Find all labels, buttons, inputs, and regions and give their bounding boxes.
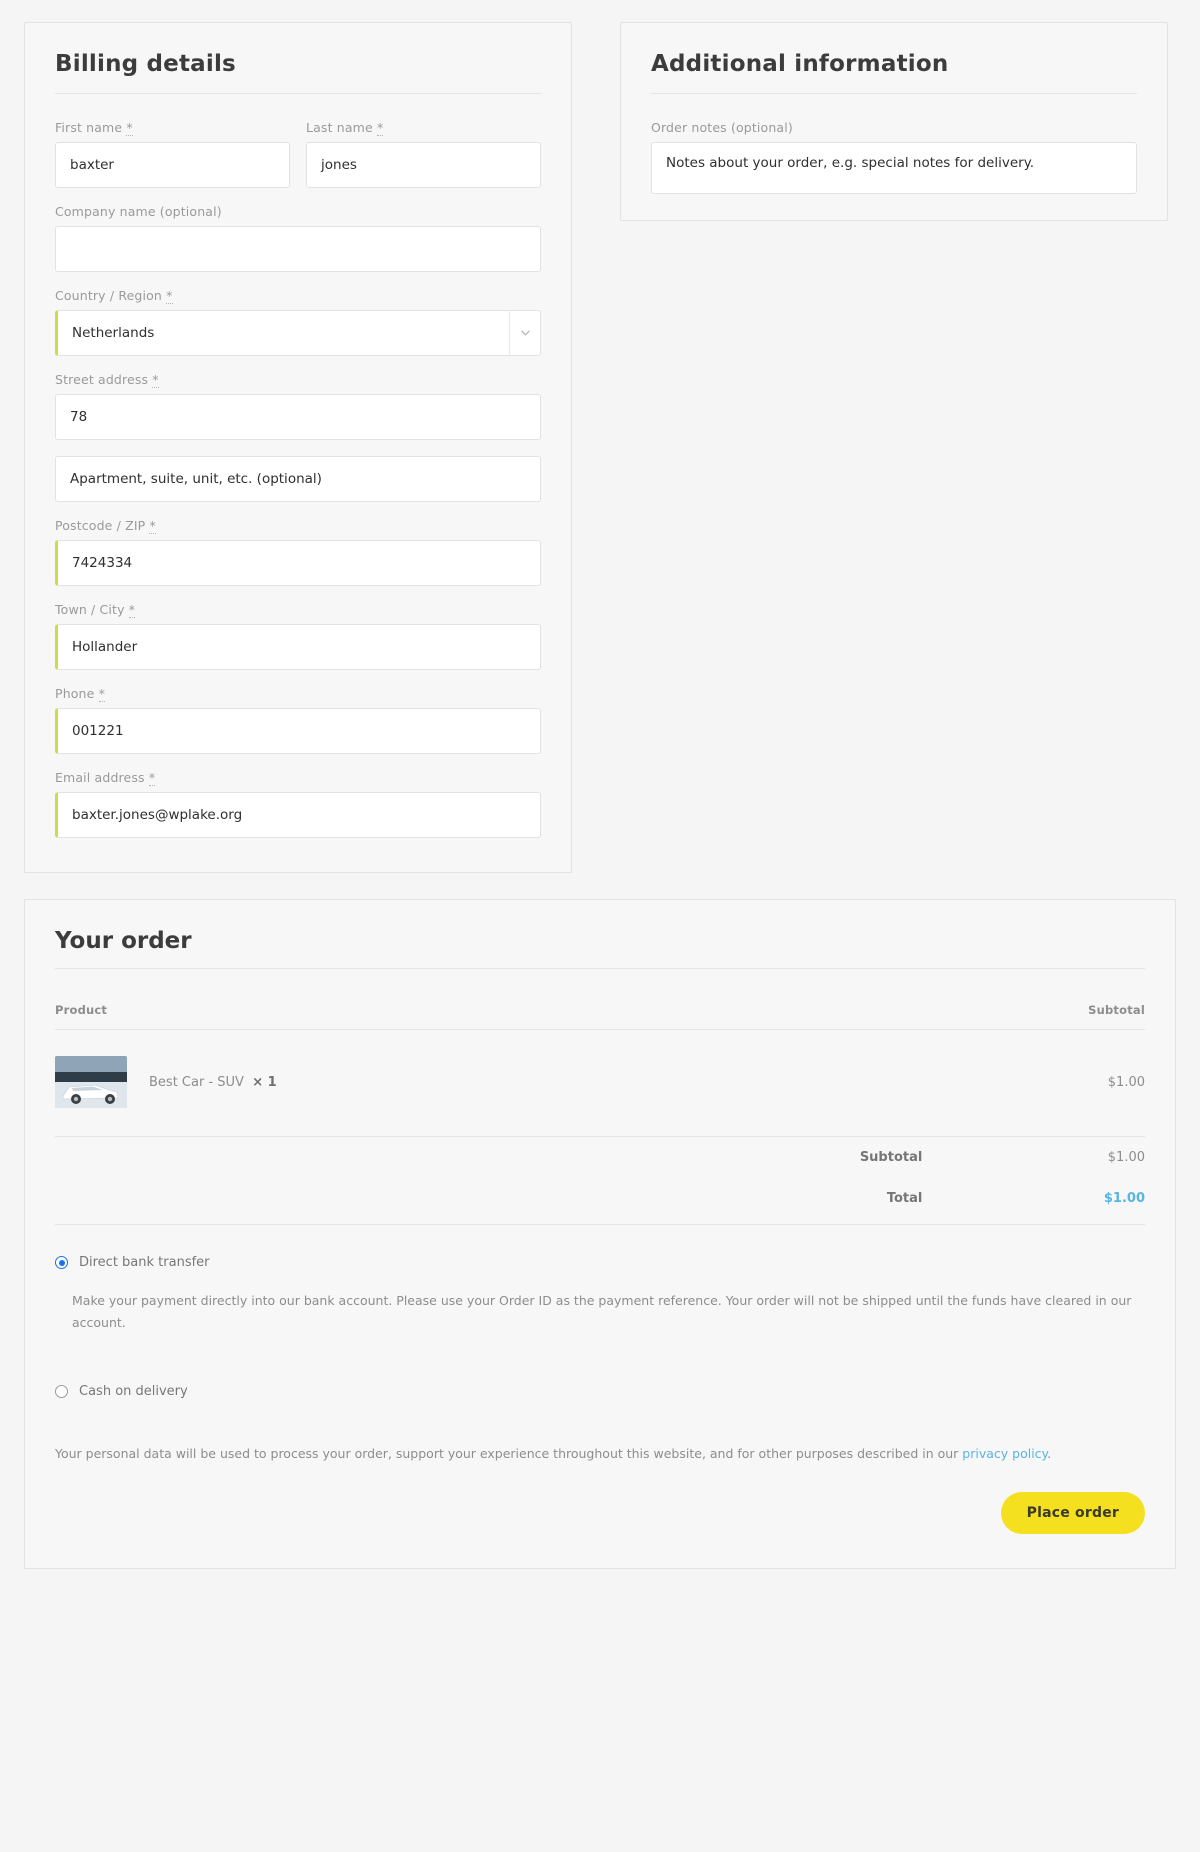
payment-label-cash-on-delivery: Cash on delivery [79, 1383, 188, 1399]
table-row: Best Car - SUV × 1 $1.00 [55, 1029, 1145, 1137]
column-header-subtotal: Subtotal [922, 995, 1145, 1030]
total-label: Total [886, 1191, 923, 1206]
additional-information-title: Additional information [651, 51, 949, 77]
postcode-field-group: Postcode / ZIP * 7424334 [55, 518, 541, 586]
company-label: Company name (optional) [55, 204, 222, 219]
order-notes-field-group: Order notes (optional) Notes about your … [651, 120, 1137, 198]
first-name-input[interactable]: baxter [55, 142, 290, 188]
your-order-title: Your order [55, 928, 192, 954]
totals-divider [55, 1224, 1145, 1225]
product-info: Best Car - SUV × 1 [55, 1056, 922, 1108]
last-name-field-group: Last name * jones [306, 120, 541, 188]
order-table-header-row: Product Subtotal [55, 995, 1145, 1030]
order-title-divider [55, 968, 1145, 969]
subtotal-row: Subtotal $1.00 [55, 1137, 1145, 1179]
place-order-button[interactable]: Place order [1000, 1492, 1145, 1534]
required-mark: * [126, 120, 133, 136]
last-name-input[interactable]: jones [306, 142, 541, 188]
privacy-text-before: Your personal data will be used to proce… [55, 1445, 963, 1461]
street-field-group: Street address * 78 [55, 372, 541, 440]
company-field-group: Company name (optional) [55, 204, 541, 272]
order-notes-textarea[interactable]: Notes about your order, e.g. special not… [651, 142, 1137, 194]
country-label: Country / Region * [55, 288, 173, 304]
product-price: $1.00 [922, 1029, 1145, 1137]
required-mark: * [98, 686, 106, 702]
additional-title-divider [651, 93, 1137, 94]
last-name-label: Last name * [306, 120, 384, 136]
product-quantity: × 1 [252, 1074, 277, 1090]
place-order-wrap: Place order [55, 1492, 1145, 1534]
subtotal-label: Subtotal [859, 1150, 923, 1165]
radio-cash-on-delivery[interactable] [55, 1384, 68, 1398]
phone-input[interactable]: 001221 [55, 708, 541, 754]
required-mark: * [152, 372, 159, 388]
apartment-field-group: Apartment, suite, unit, etc. (optional) [55, 456, 541, 502]
street-address-input[interactable]: 78 [55, 394, 541, 440]
city-label: Town / City * [55, 602, 136, 618]
country-select[interactable]: Netherlands [55, 310, 541, 356]
additional-information-panel: Additional information Order notes (opti… [620, 22, 1168, 221]
country-field-group: Country / Region * Netherlands [55, 288, 541, 356]
country-select-wrap: Netherlands [55, 310, 541, 356]
suv-car-thumbnail-icon [55, 1056, 127, 1108]
order-table-head: Product Subtotal [55, 995, 1145, 1030]
payment-label-direct-bank-transfer: Direct bank transfer [79, 1255, 210, 1270]
city-field-group: Town / City * Hollander [55, 602, 541, 670]
subtotal-value: $1.00 [1107, 1150, 1145, 1165]
required-mark: * [148, 770, 156, 786]
first-name-label: First name * [55, 120, 133, 136]
street-address-label: Street address * [55, 372, 159, 388]
email-label: Email address * [55, 770, 156, 786]
phone-field-group: Phone * 001221 [55, 686, 541, 754]
product-name: Best Car - SUV × 1 [149, 1074, 277, 1090]
billing-details-panel: Billing details First name * baxter Last… [24, 22, 572, 873]
apartment-input[interactable]: Apartment, suite, unit, etc. (optional) [55, 456, 541, 502]
privacy-text-after: . [1047, 1445, 1052, 1461]
billing-title-divider [55, 93, 541, 94]
order-table-body: Best Car - SUV × 1 $1.00 Subtotal $1.00 … [55, 1029, 1145, 1225]
required-mark: * [128, 602, 136, 618]
product-cell: Best Car - SUV × 1 [55, 1029, 923, 1137]
postcode-input[interactable]: 7424334 [55, 540, 541, 586]
order-summary-table: Product Subtotal Best Car - SUV × 1 $1.0… [55, 995, 1145, 1225]
city-input[interactable]: Hollander [55, 624, 541, 670]
column-header-product: Product [55, 995, 923, 1030]
payment-option-direct-bank-transfer[interactable]: Direct bank transfer [55, 1255, 1145, 1270]
company-input[interactable] [55, 226, 541, 272]
payment-methods: Direct bank transfer Make your payment d… [55, 1255, 1145, 1534]
phone-label: Phone * [55, 686, 106, 702]
first-name-field-group: First name * baxter [55, 120, 290, 188]
your-order-panel: Your order Product Subtotal Best Car - S… [24, 899, 1176, 1569]
bank-transfer-description: Make your payment directly into our bank… [72, 1293, 1132, 1330]
email-field-group: Email address * baxter.jones@wplake.org [55, 770, 541, 838]
required-mark: * [149, 518, 156, 534]
postcode-label: Postcode / ZIP * [55, 518, 156, 534]
billing-details-title: Billing details [55, 51, 236, 77]
required-mark: * [166, 288, 173, 304]
payment-option-cash-on-delivery[interactable]: Cash on delivery [55, 1384, 1145, 1399]
privacy-policy-link[interactable]: privacy policy [962, 1446, 1047, 1461]
checkout-page: Billing details First name * baxter Last… [0, 0, 1200, 1593]
checkout-top-row: Billing details First name * baxter Last… [24, 22, 1176, 873]
radio-direct-bank-transfer[interactable] [55, 1256, 68, 1269]
required-mark: * [376, 120, 384, 136]
privacy-notice: Your personal data will be used to proce… [55, 1443, 1145, 1464]
name-row: First name * baxter Last name * jones [55, 120, 541, 204]
total-row: Total $1.00 [55, 1178, 1145, 1224]
email-input[interactable]: baxter.jones@wplake.org [55, 792, 541, 838]
total-value: $1.00 [1103, 1191, 1145, 1206]
order-notes-label: Order notes (optional) [651, 120, 793, 135]
